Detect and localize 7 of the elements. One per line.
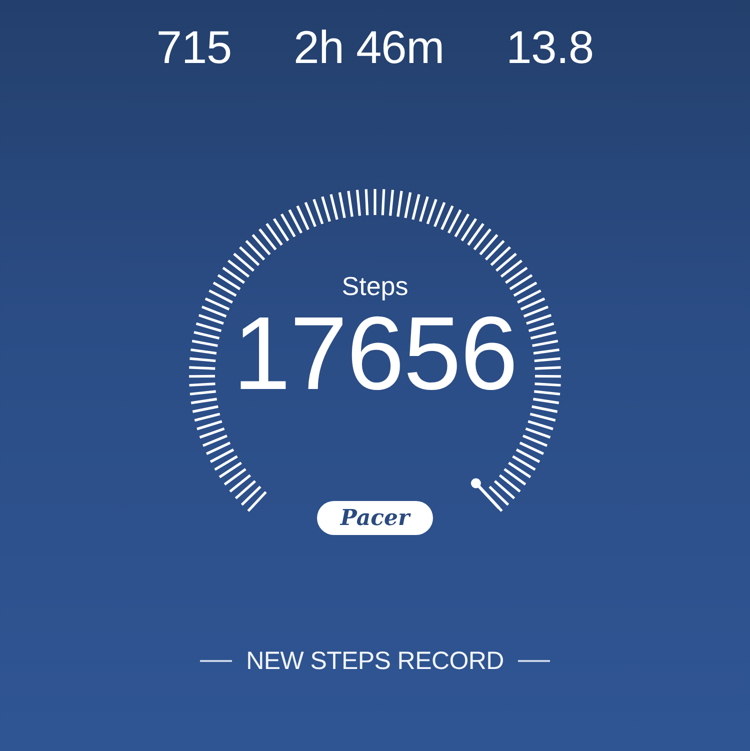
stat-value: 715 — [156, 20, 232, 75]
record-text: NEW STEPS RECORD — [246, 646, 504, 677]
pacer-logo: Pacer — [317, 501, 433, 535]
stat-value: 13.8 — [506, 20, 594, 75]
steps-count: 17656 — [232, 299, 518, 409]
stat-value: 2h 46m — [294, 20, 444, 75]
steps-label: Steps — [342, 271, 408, 301]
